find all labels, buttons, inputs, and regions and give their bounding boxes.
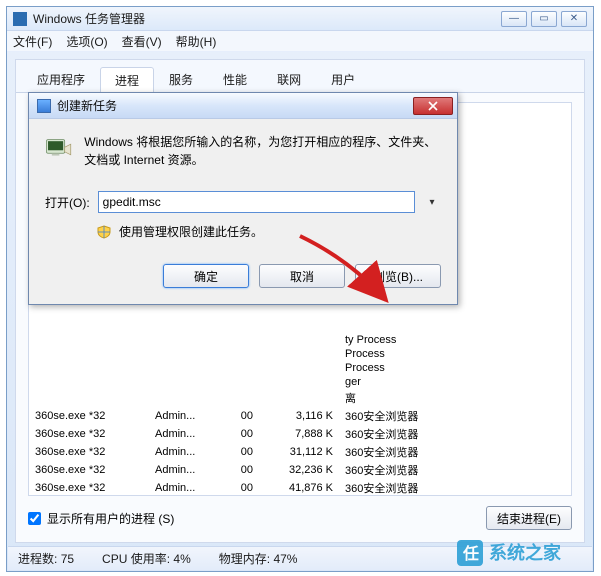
tab-networking[interactable]: 联网	[262, 66, 316, 92]
menubar: 文件(F) 选项(O) 查看(V) 帮助(H)	[7, 31, 593, 52]
watermark: 任 系统之家	[455, 536, 595, 570]
run-icon	[45, 133, 72, 163]
table-row[interactable]: 360se.exe *32Admin...007,888 K360安全浏览器	[29, 425, 571, 443]
menu-view[interactable]: 查看(V)	[122, 33, 162, 50]
dialog-body: Windows 将根据您所输入的名称，为您打开相应的程序、文件夹、文档或 Int…	[29, 119, 457, 248]
tab-processes[interactable]: 进程	[100, 67, 154, 93]
status-cpu: CPU 使用率: 4%	[102, 550, 191, 567]
cancel-button[interactable]: 取消	[259, 264, 345, 288]
bottom-bar: 显示所有用户的进程 (S) 结束进程(E)	[28, 504, 572, 532]
table-row[interactable]: 离	[29, 389, 571, 407]
show-all-users-input[interactable]	[28, 512, 41, 525]
show-all-users-checkbox[interactable]: 显示所有用户的进程 (S)	[28, 510, 174, 527]
table-row[interactable]: Process	[29, 361, 571, 375]
table-row[interactable]: Process	[29, 347, 571, 361]
tabstrip: 应用程序 进程 服务 性能 联网 用户	[16, 60, 584, 93]
tab-users[interactable]: 用户	[316, 66, 370, 92]
menu-help[interactable]: 帮助(H)	[176, 33, 217, 50]
table-row[interactable]: ger	[29, 375, 571, 389]
titlebar[interactable]: Windows 任务管理器 ― ▭ ✕	[7, 7, 593, 31]
dialog-icon	[37, 99, 51, 113]
dialog-button-row: 确定 取消 浏览(B)...	[29, 248, 457, 304]
svg-text:任: 任	[462, 544, 479, 563]
tab-services[interactable]: 服务	[154, 66, 208, 92]
maximize-button[interactable]: ▭	[531, 11, 557, 27]
table-row[interactable]: 360se.exe *32Admin...0032,236 K360安全浏览器	[29, 461, 571, 479]
app-icon	[13, 12, 27, 26]
create-task-dialog: 创建新任务 Windows 将根据您所输入的名称，为您打开相应的程序、文件夹、文…	[28, 92, 458, 305]
window-controls: ― ▭ ✕	[501, 11, 587, 27]
dialog-description: Windows 将根据您所输入的名称，为您打开相应的程序、文件夹、文档或 Int…	[84, 133, 441, 169]
minimize-button[interactable]: ―	[501, 11, 527, 27]
status-memory: 物理内存: 47%	[219, 550, 298, 567]
browse-button[interactable]: 浏览(B)...	[355, 264, 441, 288]
dialog-titlebar[interactable]: 创建新任务	[29, 93, 457, 119]
dialog-title: 创建新任务	[57, 97, 413, 114]
ok-button[interactable]: 确定	[163, 264, 249, 288]
tab-apps[interactable]: 应用程序	[22, 66, 100, 92]
status-processes: 进程数: 75	[18, 550, 74, 567]
window-title: Windows 任务管理器	[33, 10, 501, 27]
tab-performance[interactable]: 性能	[208, 66, 262, 92]
open-input[interactable]	[98, 191, 415, 213]
show-all-users-label: 显示所有用户的进程 (S)	[47, 510, 174, 527]
table-row[interactable]: 360se.exe *32Admin...0041,876 K360安全浏览器	[29, 479, 571, 496]
menu-file[interactable]: 文件(F)	[13, 33, 52, 50]
open-label: 打开(O):	[45, 194, 90, 211]
admin-message: 使用管理权限创建此任务。	[119, 223, 263, 240]
menu-options[interactable]: 选项(O)	[66, 33, 107, 50]
svg-text:系统之家: 系统之家	[489, 542, 562, 563]
close-icon	[428, 101, 438, 111]
close-button[interactable]: ✕	[561, 11, 587, 27]
shield-icon	[97, 225, 111, 239]
table-row[interactable]: 360se.exe *32Admin...003,116 K360安全浏览器	[29, 407, 571, 425]
table-row[interactable]: ty Process	[29, 333, 571, 347]
combobox-dropdown-icon[interactable]: ▾	[423, 197, 441, 208]
table-row[interactable]: 360se.exe *32Admin...0031,112 K360安全浏览器	[29, 443, 571, 461]
dialog-close-button[interactable]	[413, 97, 453, 115]
end-process-button[interactable]: 结束进程(E)	[486, 506, 572, 530]
